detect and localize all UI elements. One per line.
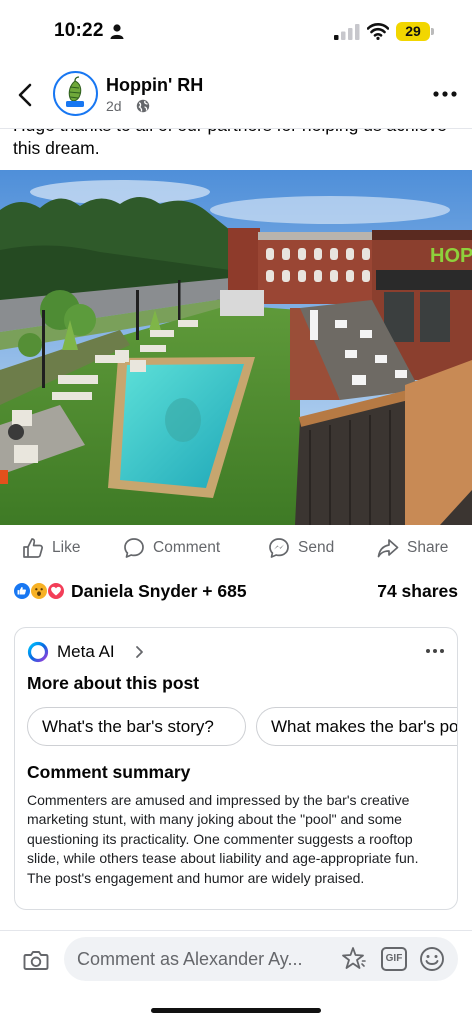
globe-icon: [136, 99, 150, 113]
like-button[interactable]: Like: [22, 536, 80, 560]
summary-heading: Comment summary: [27, 762, 191, 782]
home-indicator[interactable]: [151, 1008, 321, 1013]
comment-button[interactable]: Comment: [123, 536, 220, 560]
photo-illustration: HOPPIN: [0, 170, 472, 525]
share-button[interactable]: Share: [377, 536, 448, 560]
comment-input[interactable]: Comment as Alexander Ay... GIF: [64, 937, 458, 981]
send-icon: [269, 538, 289, 558]
caption-text: Huge thanks to all of our partners for h…: [13, 129, 447, 158]
like-label: Like: [52, 539, 81, 556]
post-header: Hoppin' RH 2d: [0, 62, 472, 128]
send-button[interactable]: Send: [268, 536, 334, 560]
share-icon: [377, 539, 399, 558]
signal-icon: [334, 24, 360, 40]
meta-ai-name[interactable]: Meta AI: [57, 642, 115, 662]
more-icon[interactable]: [432, 90, 458, 98]
status-bar: 10:22 29: [0, 0, 472, 62]
shares-count[interactable]: 74 shares: [377, 581, 458, 602]
share-label: Share: [407, 539, 449, 556]
ai-card-more-icon[interactable]: [425, 648, 445, 654]
page-name[interactable]: Hoppin' RH: [106, 75, 203, 96]
suggestion-chip[interactable]: What makes the bar's pool unique?: [256, 707, 457, 746]
back-icon[interactable]: [14, 82, 38, 108]
action-bar: Like Comment Send Share: [0, 528, 472, 568]
camera-icon[interactable]: [23, 948, 49, 972]
gif-icon[interactable]: GIF: [381, 947, 407, 971]
chevron-right-icon[interactable]: [134, 645, 144, 659]
love-reaction-icon: [47, 582, 65, 600]
reactions-row[interactable]: Daniela Snyder + 685 74 shares: [0, 575, 472, 607]
person-icon: [110, 24, 124, 39]
hop-logo: [66, 76, 84, 107]
ai-heading: More about this post: [27, 673, 200, 693]
like-icon: [23, 538, 43, 558]
wifi-icon: [367, 23, 389, 40]
post-time[interactable]: 2d: [106, 98, 122, 114]
battery-cap: [431, 28, 434, 35]
reaction-count[interactable]: Daniela Snyder + 685: [71, 581, 247, 602]
comment-placeholder: Comment as Alexander Ay...: [77, 949, 303, 969]
photo-sign-text: HOPPIN: [430, 245, 472, 267]
like-reaction-icon: [13, 582, 31, 600]
send-label: Send: [298, 539, 335, 556]
sparkle-sticker-icon[interactable]: [340, 946, 366, 972]
emoji-icon[interactable]: [419, 946, 445, 972]
comment-composer: Comment as Alexander Ay... GIF: [0, 930, 472, 986]
status-time: 10:22: [54, 20, 104, 41]
battery-indicator: 29: [396, 22, 430, 41]
comment-icon: [124, 538, 144, 558]
summary-text: Commenters are amused and impressed by t…: [27, 792, 419, 886]
meta-ai-logo: [27, 641, 49, 663]
post-photo[interactable]: HOPPIN: [0, 170, 472, 525]
haha-reaction-icon: [30, 582, 48, 600]
comment-label: Comment: [153, 539, 221, 556]
meta-ai-card: Meta AI More about this post What's the …: [14, 627, 458, 910]
page-avatar[interactable]: [53, 71, 98, 116]
caption[interactable]: Huge thanks to all of our partners for h…: [0, 129, 472, 169]
suggestion-chip[interactable]: What's the bar's story?: [27, 707, 246, 746]
